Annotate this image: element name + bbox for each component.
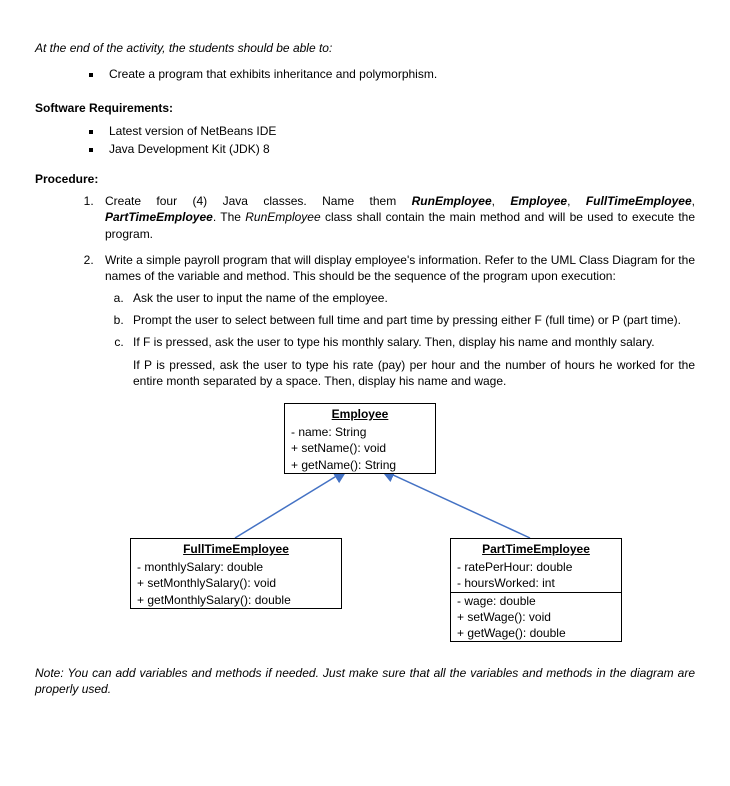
procedure-list: Create four (4) Java classes. Name them …	[35, 193, 695, 389]
procedure-heading: Procedure:	[35, 171, 695, 187]
intro-text: At the end of the activity, the students…	[35, 40, 695, 56]
step-1: Create four (4) Java classes. Name them …	[97, 193, 695, 242]
uml-fulltime: FullTimeEmployee - monthlySalary: double…	[130, 538, 342, 609]
software-list: Latest version of NetBeans IDE Java Deve…	[35, 123, 695, 157]
sub-steps: Ask the user to input the name of the em…	[105, 290, 695, 389]
uml-attribute: - name: String	[285, 424, 435, 440]
class-name: RunEmployee	[245, 210, 320, 224]
class-name: Employee	[510, 194, 567, 208]
class-name: FullTimeEmployee	[586, 194, 692, 208]
class-name: RunEmployee	[412, 194, 492, 208]
step-2: Write a simple payroll program that will…	[97, 252, 695, 389]
class-name: PartTimeEmployee	[105, 210, 213, 224]
uml-attribute: - monthlySalary: double	[131, 559, 341, 575]
uml-attribute: - ratePerHour: double	[451, 559, 621, 575]
software-item: Latest version of NetBeans IDE	[103, 123, 695, 139]
uml-parttime: PartTimeEmployee - ratePerHour: double -…	[450, 538, 622, 642]
software-heading: Software Requirements:	[35, 100, 695, 116]
sub-step-a: Ask the user to input the name of the em…	[127, 290, 695, 306]
uml-employee: Employee - name: String + setName(): voi…	[284, 403, 436, 474]
sub-step-b: Prompt the user to select between full t…	[127, 312, 695, 328]
uml-class-title: PartTimeEmployee	[451, 539, 621, 559]
uml-method: + setName(): void	[285, 440, 435, 456]
note-text: Note: You can add variables and methods …	[35, 665, 695, 697]
uml-attribute: - hoursWorked: int	[451, 575, 621, 591]
uml-method: + setWage(): void	[451, 609, 621, 625]
uml-method: + setMonthlySalary(): void	[131, 575, 341, 591]
sub-step-c-after: If P is pressed, ask the user to type hi…	[133, 357, 695, 389]
uml-method: + getMonthlySalary(): double	[131, 592, 341, 608]
uml-method: + getWage(): double	[451, 625, 621, 641]
uml-diagram: Employee - name: String + setName(): voi…	[60, 403, 670, 653]
uml-class-title: Employee	[285, 404, 435, 424]
objectives-list: Create a program that exhibits inheritan…	[35, 66, 695, 82]
uml-attribute: - wage: double	[451, 592, 621, 609]
software-item: Java Development Kit (JDK) 8	[103, 141, 695, 157]
sub-step-c: If F is pressed, ask the user to type hi…	[127, 334, 695, 389]
uml-class-title: FullTimeEmployee	[131, 539, 341, 559]
objective-item: Create a program that exhibits inheritan…	[103, 66, 695, 82]
uml-method: + getName(): String	[285, 457, 435, 473]
